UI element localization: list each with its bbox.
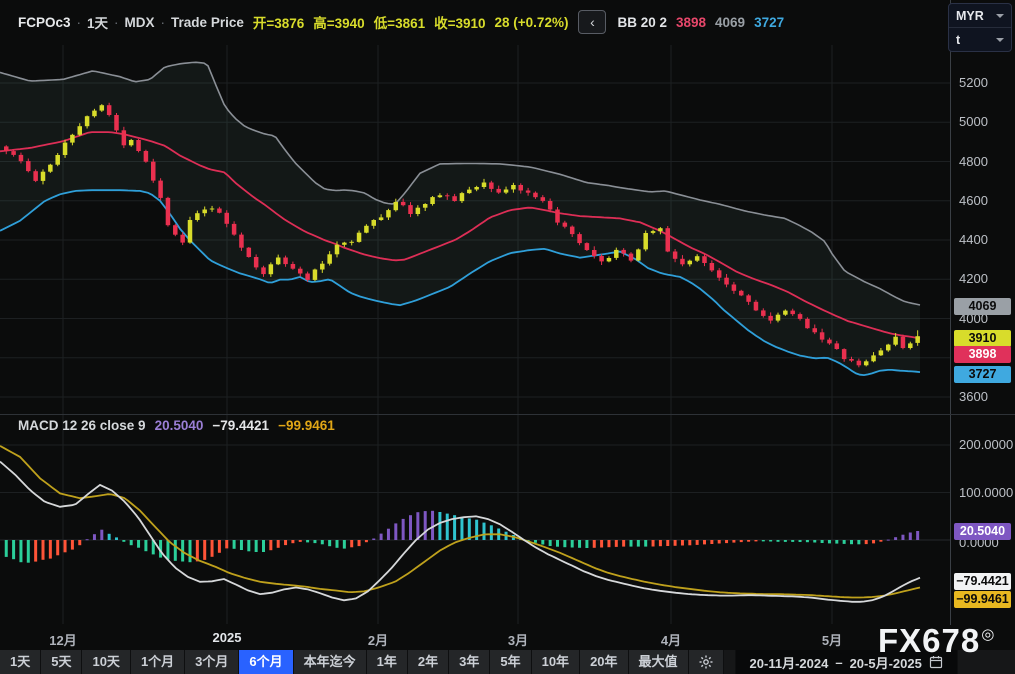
currency-unit-panel: MYR t bbox=[948, 3, 1012, 52]
time-label-2月: 2月 bbox=[368, 630, 388, 649]
bb-indicator-label: BB 20 2 bbox=[617, 15, 667, 30]
macd-indicator-label: MACD 12 26 close 9 bbox=[18, 418, 146, 433]
range-button-10年[interactable]: 10年 bbox=[532, 650, 580, 674]
range-button-最大值[interactable]: 最大值 bbox=[629, 650, 689, 674]
interval-label: 1天 bbox=[87, 12, 108, 32]
open-value: 开=3876 bbox=[253, 12, 304, 32]
macd-line-value: −79.4421 bbox=[212, 418, 269, 433]
bb-middle-value: 3898 bbox=[676, 15, 706, 30]
watermark-text: FX678 bbox=[878, 622, 980, 660]
axis-badge-4069: 4069 bbox=[954, 298, 1011, 315]
macd-signal-value: −99.9461 bbox=[278, 418, 335, 433]
date-from: 20-11月-2024 bbox=[750, 653, 829, 672]
price-tick-5000: 5000 bbox=[959, 114, 988, 129]
axis-badge-3898: 3898 bbox=[954, 346, 1011, 363]
bb-lower-value: 3727 bbox=[754, 15, 784, 30]
range-button-6个月[interactable]: 6个月 bbox=[239, 650, 293, 674]
range-button-1个月[interactable]: 1个月 bbox=[131, 650, 185, 674]
chevron-down-icon bbox=[996, 14, 1004, 18]
chevron-down-icon bbox=[996, 38, 1004, 42]
time-label-2025: 2025 bbox=[213, 630, 242, 645]
collapse-legend-button[interactable]: ‹ bbox=[578, 10, 606, 34]
price-tick-4200: 4200 bbox=[959, 271, 988, 286]
gear-icon bbox=[699, 655, 713, 669]
range-button-10天[interactable]: 10天 bbox=[82, 650, 130, 674]
bb-upper-value: 4069 bbox=[715, 15, 745, 30]
toolbar-settings-button[interactable] bbox=[689, 650, 724, 674]
exchange-label: MDX bbox=[125, 15, 155, 30]
chevron-left-icon: ‹ bbox=[590, 14, 595, 30]
macd-tick-200: 200.0000 bbox=[959, 437, 1013, 452]
axis-badge-3727: 3727 bbox=[954, 366, 1011, 383]
axis-badge-3910: 3910 bbox=[954, 330, 1011, 347]
range-button-3年[interactable]: 3年 bbox=[449, 650, 490, 674]
series-type-label: Trade Price bbox=[171, 15, 244, 30]
separator-dot: · bbox=[114, 15, 119, 30]
range-buttons: 1天5天10天1个月3个月6个月本年迄今1年2年3年5年10年20年最大值 bbox=[0, 650, 689, 674]
date-separator: – bbox=[835, 655, 842, 670]
price-tick-5200: 5200 bbox=[959, 75, 988, 90]
range-button-3个月[interactable]: 3个月 bbox=[185, 650, 239, 674]
macd-tick-100: 100.0000 bbox=[959, 485, 1013, 500]
time-label-4月: 4月 bbox=[661, 630, 681, 649]
range-button-1天[interactable]: 1天 bbox=[0, 650, 41, 674]
range-button-20年[interactable]: 20年 bbox=[580, 650, 628, 674]
trading-chart-app: FCPOc3 · 1天 · MDX · Trade Price 开=3876 高… bbox=[0, 0, 1015, 674]
price-tick-4400: 4400 bbox=[959, 232, 988, 247]
macd-hist-value: 20.5040 bbox=[155, 418, 204, 433]
macd-legend-bar: MACD 12 26 close 9 20.5040 −79.4421 −99.… bbox=[18, 417, 335, 433]
unit-dropdown[interactable]: t bbox=[949, 27, 1011, 51]
close-value: 收=3910 bbox=[434, 12, 485, 32]
separator-dot: · bbox=[77, 15, 82, 30]
range-button-2年[interactable]: 2年 bbox=[408, 650, 449, 674]
axis-badge-−79.4421: −79.4421 bbox=[954, 573, 1011, 590]
axis-badge-−99.9461: −99.9461 bbox=[954, 591, 1011, 608]
price-axis[interactable]: 520050004800460044004200400038003600200.… bbox=[950, 0, 1015, 650]
time-label-12月: 12月 bbox=[49, 630, 76, 649]
currency-value: MYR bbox=[956, 9, 984, 23]
pane-separator[interactable] bbox=[0, 414, 1015, 415]
range-toolbar: 1天5天10天1个月3个月6个月本年迄今1年2年3年5年10年20年最大值 20… bbox=[0, 650, 1015, 674]
time-label-5月: 5月 bbox=[822, 630, 842, 649]
price-tick-4800: 4800 bbox=[959, 154, 988, 169]
high-value: 高=3940 bbox=[313, 12, 364, 32]
currency-dropdown[interactable]: MYR bbox=[949, 4, 1011, 27]
time-label-3月: 3月 bbox=[508, 630, 528, 649]
range-button-本年迄今[interactable]: 本年迄今 bbox=[294, 650, 367, 674]
time-axis[interactable]: 12月 2025 2月 3月 4月 5月 bbox=[0, 625, 1015, 650]
range-button-5天[interactable]: 5天 bbox=[41, 650, 82, 674]
fx678-watermark: FX678 ◎ bbox=[878, 622, 995, 660]
range-button-1年[interactable]: 1年 bbox=[367, 650, 408, 674]
axis-badge-20.5040: 20.5040 bbox=[954, 523, 1011, 540]
price-tick-3600: 3600 bbox=[959, 389, 988, 404]
range-button-5年[interactable]: 5年 bbox=[490, 650, 531, 674]
chart-canvas[interactable] bbox=[0, 0, 950, 650]
price-tick-4600: 4600 bbox=[959, 193, 988, 208]
separator-dot: · bbox=[161, 15, 166, 30]
symbol-legend-bar: FCPOc3 · 1天 · MDX · Trade Price 开=3876 高… bbox=[0, 0, 950, 44]
watermark-logo-icon: ◎ bbox=[981, 625, 995, 643]
change-value: 28 (+0.72%) bbox=[495, 15, 569, 30]
symbol-name: FCPOc3 bbox=[18, 15, 71, 30]
low-value: 低=3861 bbox=[374, 12, 425, 32]
unit-value: t bbox=[956, 33, 960, 47]
